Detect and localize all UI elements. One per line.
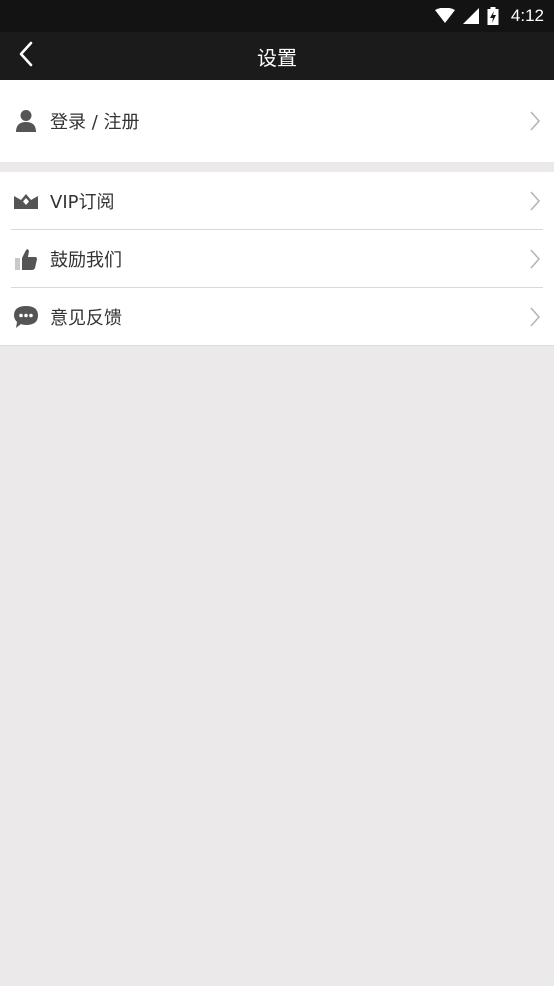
login-register-label: 登录 / 注册 — [50, 112, 140, 133]
battery-icon — [487, 7, 499, 25]
app-bar: 设置 — [0, 32, 554, 80]
chevron-right-icon — [528, 248, 542, 270]
chevron-right-icon — [528, 306, 542, 328]
chevron-right-icon — [528, 110, 542, 132]
thumbs-up-icon — [12, 245, 40, 273]
back-arrow-icon — [18, 41, 34, 71]
user-icon — [12, 107, 40, 135]
menu-item-encourage[interactable]: 鼓励我们 — [0, 230, 554, 288]
chevron-right-icon — [528, 190, 542, 212]
wifi-icon — [434, 8, 455, 24]
menu-item-label: VIP订阅 — [50, 192, 115, 213]
login-register-row[interactable]: 登录 / 注册 — [0, 80, 554, 162]
signal-icon — [462, 8, 479, 24]
menu-item-feedback[interactable]: 意见反馈 — [0, 288, 554, 346]
menu-item-label: 鼓励我们 — [50, 250, 122, 271]
page-title: 设置 — [257, 45, 297, 70]
status-time: 4:12 — [510, 6, 544, 25]
vip-crown-icon — [12, 187, 40, 215]
menu-item-label: 意见反馈 — [50, 308, 122, 329]
chat-bubble-icon — [12, 303, 40, 331]
status-bar: 4:12 — [0, 0, 554, 32]
menu-list: VIP订阅 鼓励我们 意见反馈 — [0, 172, 554, 346]
login-section: 登录 / 注册 — [0, 80, 554, 162]
menu-item-vip[interactable]: VIP订阅 — [0, 172, 554, 230]
back-button[interactable] — [8, 38, 44, 74]
